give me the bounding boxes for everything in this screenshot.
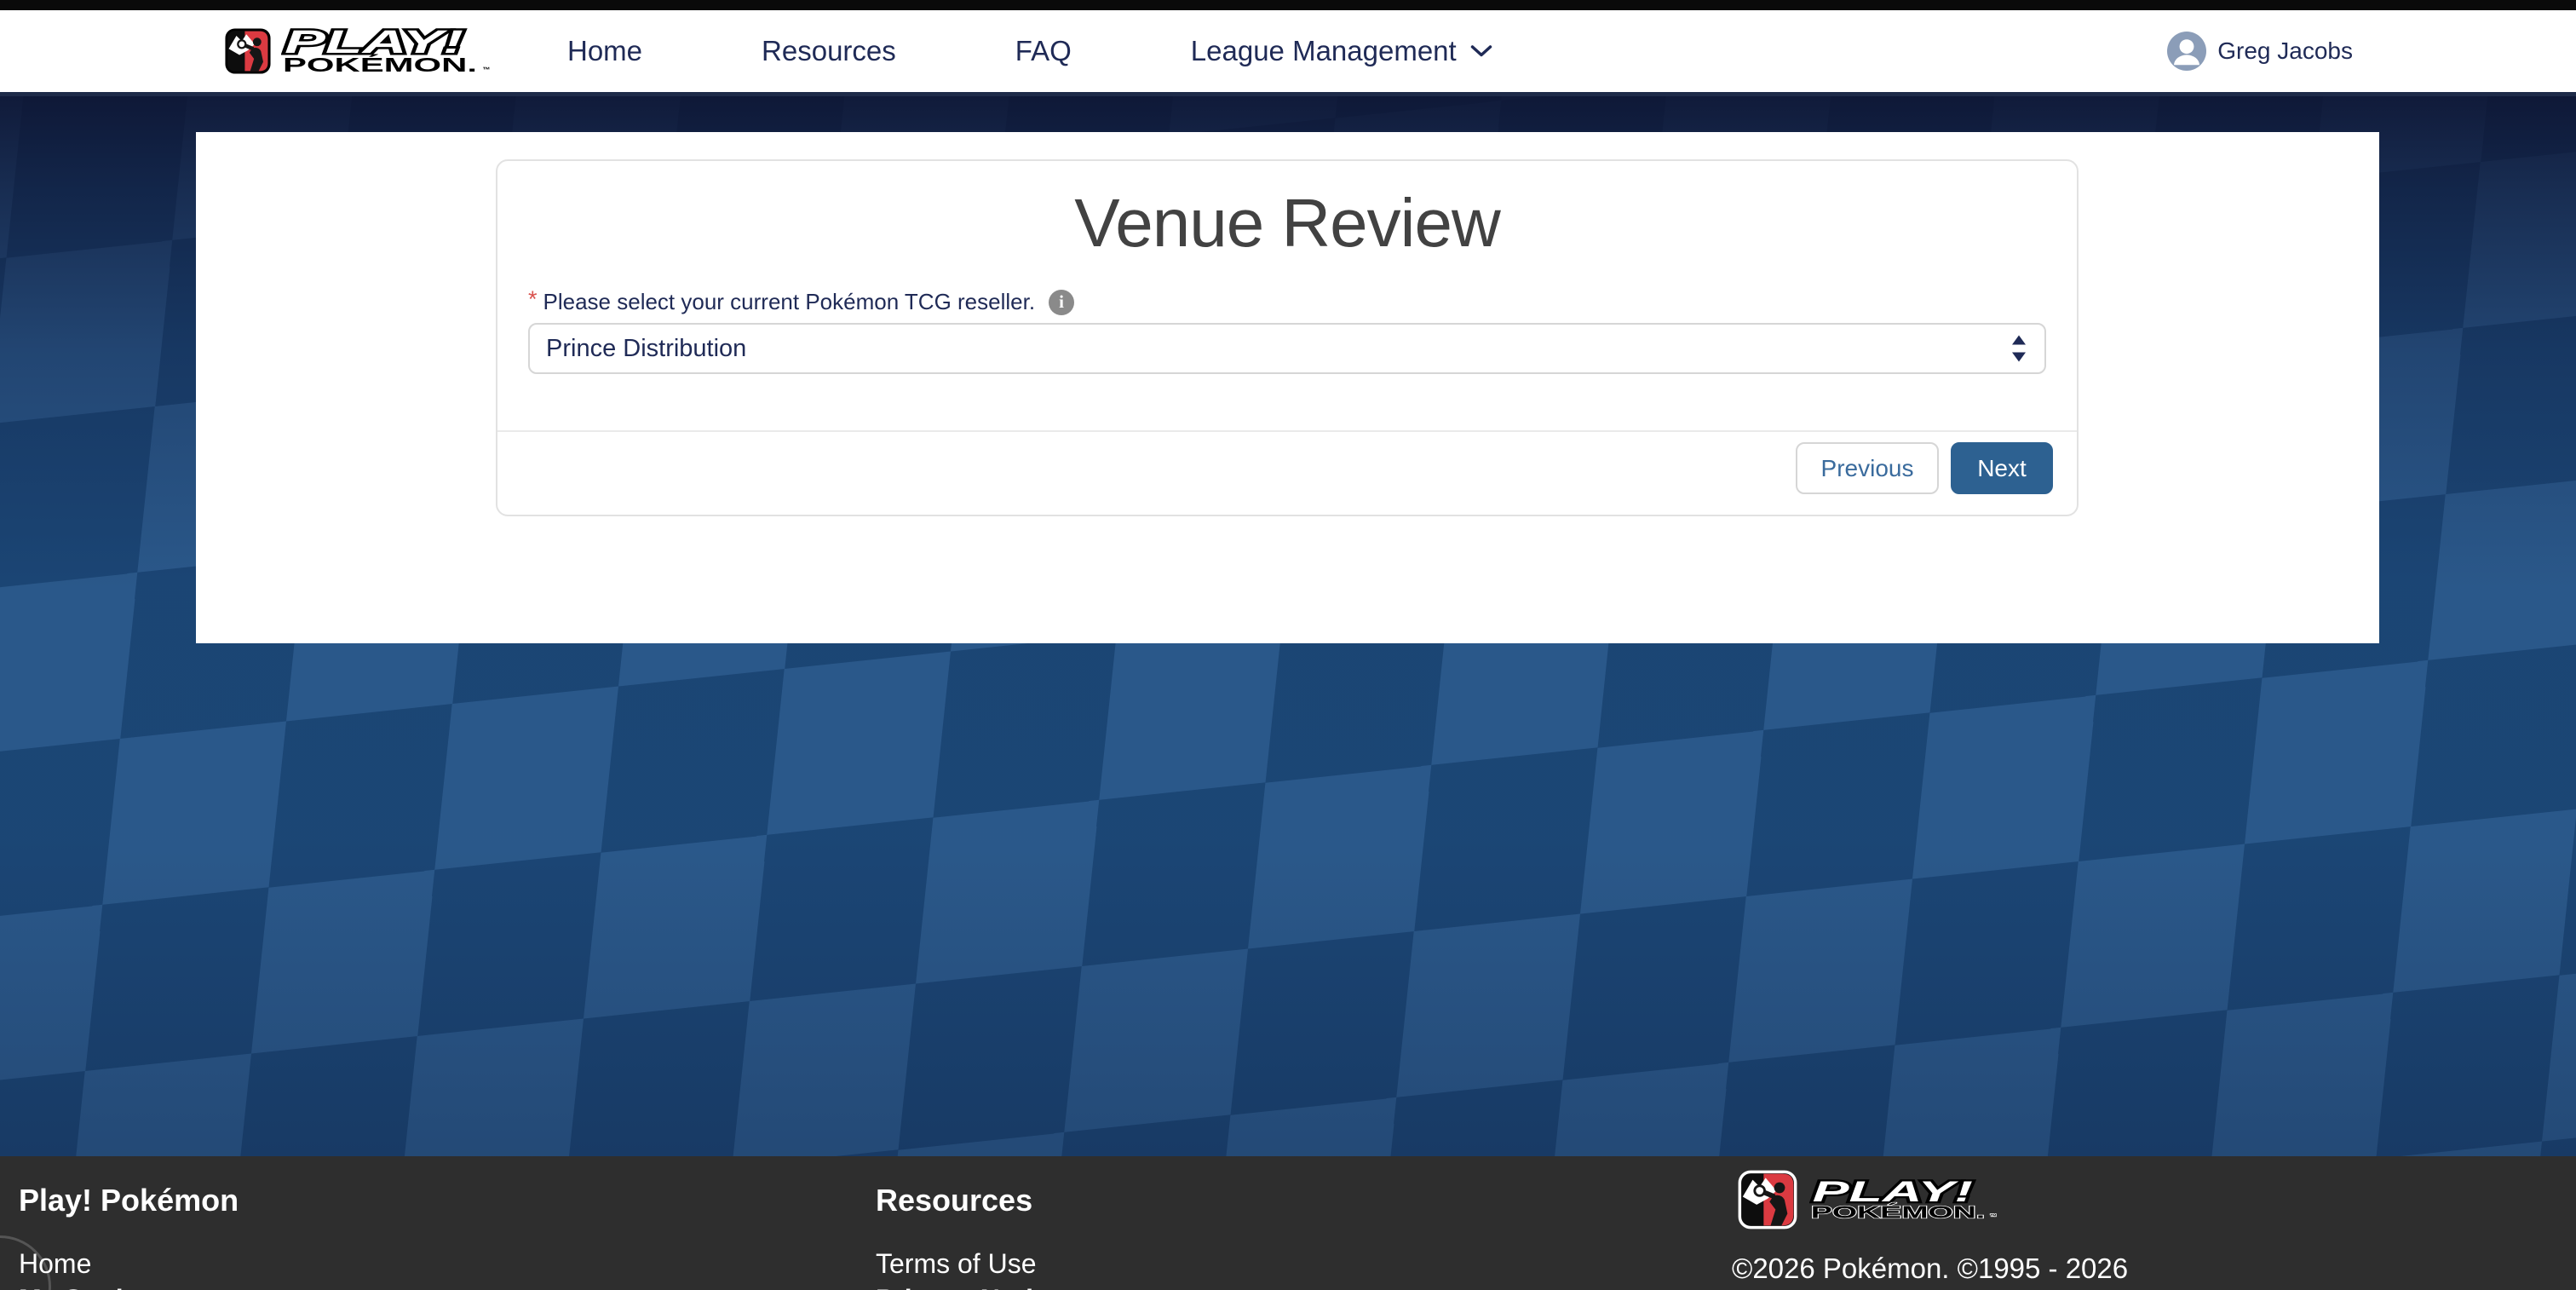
footer-logo-trademark: ™ [1990, 1212, 1997, 1220]
reseller-select[interactable]: Prince Distribution [528, 323, 2046, 374]
previous-button[interactable]: Previous [1796, 442, 1939, 494]
spinner-up-arrow-icon [2012, 336, 2026, 345]
user-name: Greg Jacobs [2217, 37, 2353, 65]
user-menu[interactable]: Greg Jacobs [2167, 32, 2353, 71]
person-icon [2167, 32, 2206, 71]
nav-league-management[interactable]: League Management [1191, 35, 1492, 67]
user-avatar-icon [2167, 32, 2206, 71]
page-title: Venue Review [497, 183, 2077, 263]
footer-play-pokemon-logo-text: PLAY! POKÉMON. ™ [1809, 1172, 2002, 1228]
header: PLAY! POKÉMON. ™ Home Resources FAQ Leag… [0, 0, 2576, 96]
logo-trademark: ™ [482, 66, 490, 74]
select-spinner-icon [2012, 336, 2026, 362]
content-panel: Venue Review * Please select your curren… [196, 132, 2379, 643]
nav-league-management-label: League Management [1191, 35, 1457, 67]
card-divider [497, 430, 2077, 432]
nav-resources[interactable]: Resources [762, 35, 896, 67]
copyright: ©2026 Pokémon. ©1995 - 2026 [1732, 1253, 2128, 1285]
reseller-select-value: Prince Distribution [546, 335, 746, 363]
footer-column-resources: Resources Terms of Use Privacy Notice [876, 1156, 1064, 1290]
footer-column-play-pokemon: Play! Pokémon Home My Settings [19, 1156, 239, 1290]
play-pokemon-logo[interactable]: PLAY! POKÉMON. ™ [225, 28, 496, 74]
logo-pokemon-text: POKÉMON. [283, 53, 477, 74]
nav-home[interactable]: Home [567, 35, 642, 67]
chevron-down-icon [1470, 44, 1492, 58]
footer-link-home[interactable]: Home [19, 1247, 239, 1280]
footer-right: PLAY! POKÉMON. ™ ©2026 Pokémon. ©1995 - … [1732, 1156, 2128, 1285]
nav-faq[interactable]: FAQ [1015, 35, 1072, 67]
footer-logo-pokemon-text: POKÉMON. [1811, 1203, 1985, 1223]
footer: Play! Pokémon Home My Settings Resources… [0, 1156, 2576, 1290]
svg-text:POKÉMON. ™: POKÉMON. ™ [1811, 1203, 1997, 1223]
top-black-bar [0, 0, 2576, 10]
field-label: Please select your current Pokémon TCG r… [543, 289, 1036, 315]
footer-link-privacy-notice[interactable]: Privacy Notice [876, 1283, 1064, 1290]
venue-review-card: Venue Review * Please select your curren… [496, 159, 2079, 516]
field-label-row: * Please select your current Pokémon TCG… [528, 289, 2046, 315]
footer-play-pokemon-logo: PLAY! POKÉMON. ™ [1736, 1170, 2128, 1230]
info-icon-glyph: i [1059, 291, 1064, 313]
footer-heading-resources: Resources [876, 1182, 1064, 1218]
footer-heading-play-pokemon: Play! Pokémon [19, 1182, 239, 1218]
svg-text:POKÉMON. ™: POKÉMON. ™ [283, 53, 490, 74]
card-actions: Previous Next [1796, 442, 2053, 494]
next-button[interactable]: Next [1951, 442, 2053, 494]
header-inner: PLAY! POKÉMON. ™ Home Resources FAQ Leag… [0, 10, 2576, 92]
spinner-down-arrow-icon [2012, 353, 2026, 362]
play-pokemon-logo-text: PLAY! POKÉMON. ™ [281, 28, 496, 74]
reseller-field: * Please select your current Pokémon TCG… [528, 289, 2046, 374]
footer-link-my-settings[interactable]: My Settings [19, 1283, 239, 1290]
info-icon[interactable]: i [1049, 290, 1074, 315]
footer-play-pokemon-logo-icon [1736, 1170, 1799, 1230]
main-nav: Home Resources FAQ League Management [567, 35, 1492, 67]
play-pokemon-logo-icon [225, 28, 271, 74]
required-marker: * [528, 286, 538, 313]
footer-link-terms-of-use[interactable]: Terms of Use [876, 1247, 1064, 1280]
